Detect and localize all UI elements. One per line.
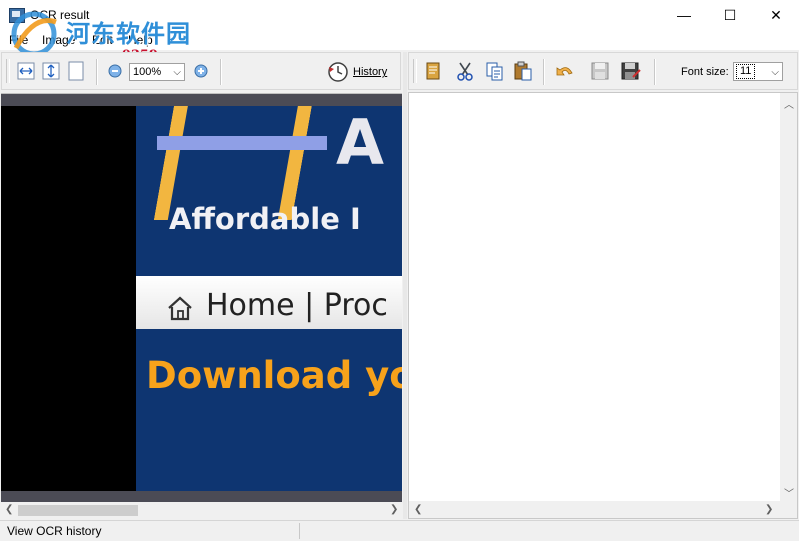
scroll-left-arrow-icon[interactable]: ❮ [414,504,422,515]
zoom-select[interactable]: 100% ⌵ [129,63,185,81]
home-icon [168,296,192,321]
site-nav-text: Home | Proc [206,288,388,323]
minimize-icon: — [677,7,691,23]
toolbar-separator [220,59,222,85]
logo-bar [157,136,327,150]
scrollbar-corner [780,501,797,518]
text-vertical-scrollbar[interactable]: ︿ ﹀ [780,93,797,501]
panel-splitter[interactable] [403,52,407,519]
zoom-value: 100% [133,66,162,78]
image-preview[interactable]: A Affordable I Home | Proc Download yo [1,93,402,503]
undo-icon [556,67,573,76]
font-size-value: 11 [736,64,756,79]
undo-button[interactable] [555,61,575,81]
fit-height-button[interactable] [41,61,61,81]
site-nav-bar: Home | Proc [136,276,402,329]
copy-button[interactable] [485,61,505,81]
history-clock-icon [328,62,348,82]
maximize-icon: ☐ [723,6,737,23]
watermark-text: 河东软件园 [66,19,191,48]
status-separator [299,523,300,539]
toolbar-grip[interactable] [6,59,10,83]
toolbar-separator [543,59,545,85]
toolbar-grip[interactable] [413,59,417,83]
zoom-out-button[interactable] [105,61,125,81]
status-bar: View OCR history [0,520,799,541]
save-as-icon [621,62,641,80]
history-label: History [353,66,388,78]
font-size-label: Font size: [681,66,729,78]
zoom-out-icon [108,64,122,78]
font-size-select[interactable]: 11 ⌵ [733,62,783,81]
zoom-in-icon [194,64,208,78]
save-button[interactable] [590,61,610,81]
scrollbar-thumb[interactable] [18,505,138,516]
actual-size-icon [68,61,84,81]
ocr-text-area[interactable]: ︿ ﹀ ❮ ❯ [408,92,798,519]
site-download-text: Download yo [146,354,402,397]
image-border-top [1,94,402,106]
zoom-in-button[interactable] [191,61,211,81]
chevron-down-icon: ⌵ [771,67,779,78]
screenshot-image: A Affordable I Home | Proc Download yo [136,106,402,491]
close-button[interactable]: ✕ [753,0,799,30]
scroll-down-arrow-icon[interactable]: ﹀ [784,485,794,500]
fit-width-button[interactable] [16,61,36,81]
text-horizontal-scrollbar[interactable]: ❮ ❯ [409,501,781,518]
fit-height-icon [42,62,60,80]
properties-button[interactable] [423,61,443,81]
logo-letter: A [336,106,384,179]
maximize-button[interactable]: ☐ [707,0,753,30]
paste-button[interactable] [513,61,533,81]
toolbar-separator [96,59,98,85]
chevron-down-icon: ⌵ [173,67,181,78]
status-text: View OCR history [7,524,102,538]
toolbar-separator [654,59,656,85]
paste-icon [514,61,532,81]
cut-button[interactable] [455,61,475,81]
minimize-button[interactable]: — [661,0,707,30]
history-button[interactable]: History [326,61,392,83]
scroll-left-arrow-icon[interactable]: ❮ [5,504,13,515]
scroll-up-arrow-icon[interactable]: ︿ [784,96,794,111]
text-toolbar: Font size: 11 ⌵ [408,52,798,90]
save-icon [591,62,609,80]
copy-icon [486,62,503,81]
image-horizontal-scrollbar[interactable]: ❮ ❯ [1,502,402,519]
cut-icon [457,62,473,81]
fit-width-icon [17,62,35,80]
image-toolbar: 100% ⌵ History [1,52,401,90]
save-as-button[interactable] [620,61,641,81]
close-icon: ✕ [770,6,782,23]
site-tagline: Affordable I [169,202,361,236]
scroll-right-arrow-icon[interactable]: ❯ [765,504,773,515]
scroll-right-arrow-icon[interactable]: ❯ [390,504,398,515]
actual-size-button[interactable] [66,61,86,81]
properties-icon [426,62,440,80]
